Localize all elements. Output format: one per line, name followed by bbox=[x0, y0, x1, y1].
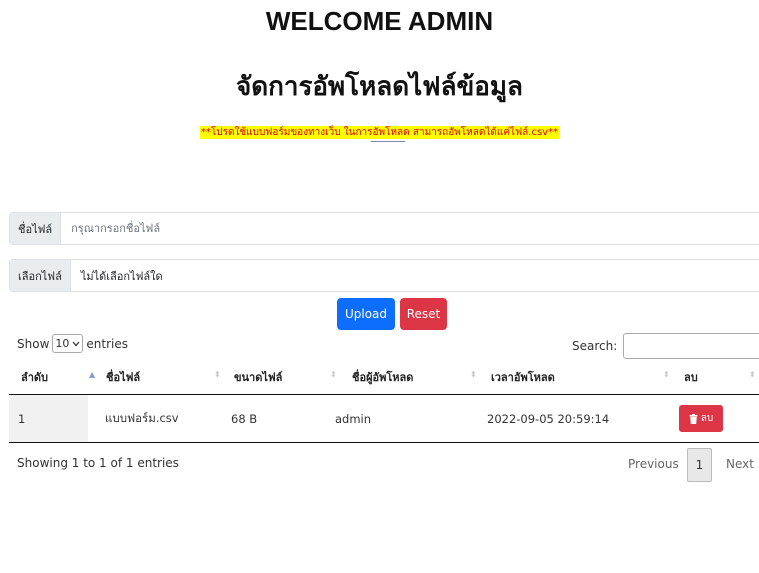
sort-icon: ⬍ bbox=[749, 370, 756, 379]
cell-uploader: admin bbox=[335, 411, 372, 426]
cell-time: 2022-09-05 20:59:14 bbox=[487, 411, 610, 426]
reset-button[interactable]: Reset bbox=[400, 298, 447, 330]
entries-select-value: 10 bbox=[55, 337, 70, 350]
sort-icon: ⬍ bbox=[470, 370, 477, 379]
filename-input-group: ชื่อไฟล์ bbox=[9, 212, 759, 245]
choose-file-button[interactable]: เลือกไฟล์ bbox=[10, 260, 71, 291]
delete-button-label: ลบ bbox=[700, 413, 714, 424]
column-header-time[interactable]: เวลาอัพโหลด bbox=[491, 360, 555, 394]
notice-underline bbox=[371, 141, 405, 142]
sort-icon: ⬍ bbox=[214, 370, 221, 379]
filename-input[interactable] bbox=[61, 213, 759, 244]
trash-icon bbox=[689, 413, 698, 424]
pagination-page-1[interactable]: 1 bbox=[687, 448, 712, 482]
search-label: Search: bbox=[572, 339, 618, 353]
upload-notice-text: **โปรดใช้แบบฟอร์มของทางเว็บ ในการอัพโหลด… bbox=[199, 126, 560, 139]
column-header-delete[interactable]: ลบ bbox=[684, 360, 698, 394]
chevron-down-icon bbox=[72, 341, 80, 346]
table-search: Search: bbox=[572, 333, 759, 359]
delete-button[interactable]: ลบ bbox=[679, 405, 723, 432]
column-header-label: ชื่อผู้อัพโหลด bbox=[352, 371, 414, 384]
file-chooser-group[interactable]: เลือกไฟล์ ไม่ได้เลือกไฟล์ใด bbox=[9, 259, 759, 292]
column-header-label: ชื่อไฟล์ bbox=[106, 371, 141, 384]
column-header-label: ลบ bbox=[684, 371, 698, 384]
search-input[interactable] bbox=[623, 333, 759, 359]
sort-icon: ⬍ bbox=[663, 370, 670, 379]
column-header-no[interactable]: ลำดับ bbox=[21, 360, 48, 394]
page-title: WELCOME ADMIN bbox=[265, 6, 494, 36]
column-header-uploader[interactable]: ชื่อผู้อัพโหลด bbox=[352, 360, 413, 394]
filename-label: ชื่อไฟล์ bbox=[10, 213, 62, 244]
show-label: Show bbox=[17, 336, 50, 351]
column-header-label: เวลาอัพโหลด bbox=[491, 371, 555, 384]
sort-asc-icon: ▲ bbox=[89, 370, 96, 379]
pagination-next[interactable]: Next bbox=[726, 457, 754, 471]
table-row: 1 แบบฟอร์ม.csv 68 B admin 2022-09-05 20:… bbox=[9, 395, 759, 443]
entries-select[interactable]: 10 bbox=[52, 334, 84, 353]
page-subtitle: จัดการอัพโหลดไฟล์ข้อมูล bbox=[236, 72, 523, 102]
pagination-previous[interactable]: Previous bbox=[628, 457, 679, 471]
entries-length-control: Show 10 entries bbox=[17, 334, 128, 353]
column-header-label: ลำดับ bbox=[21, 371, 49, 384]
sort-icon: ⬍ bbox=[330, 370, 337, 379]
column-header-label: ขนาดไฟล์ bbox=[234, 371, 283, 384]
cell-no: 1 bbox=[9, 395, 88, 442]
column-header-size[interactable]: ขนาดไฟล์ bbox=[234, 360, 282, 394]
cell-filename: แบบฟอร์ม.csv bbox=[105, 410, 179, 425]
column-header-filename[interactable]: ชื่อไฟล์ bbox=[106, 360, 140, 394]
entries-label: entries bbox=[86, 336, 128, 351]
upload-notice: **โปรดใช้แบบฟอร์มของทางเว็บ ในการอัพโหลด… bbox=[0, 125, 759, 140]
table-info: Showing 1 to 1 of 1 entries bbox=[17, 456, 179, 470]
cell-size: 68 B bbox=[231, 411, 258, 426]
upload-button[interactable]: Upload bbox=[337, 298, 395, 330]
chosen-file-status: ไม่ได้เลือกไฟล์ใด bbox=[80, 269, 163, 283]
table-header: ลำดับ ▲ ชื่อไฟล์ ⬍ ขนาดไฟล์ ⬍ ชื่อผู้อัพ… bbox=[9, 360, 759, 395]
